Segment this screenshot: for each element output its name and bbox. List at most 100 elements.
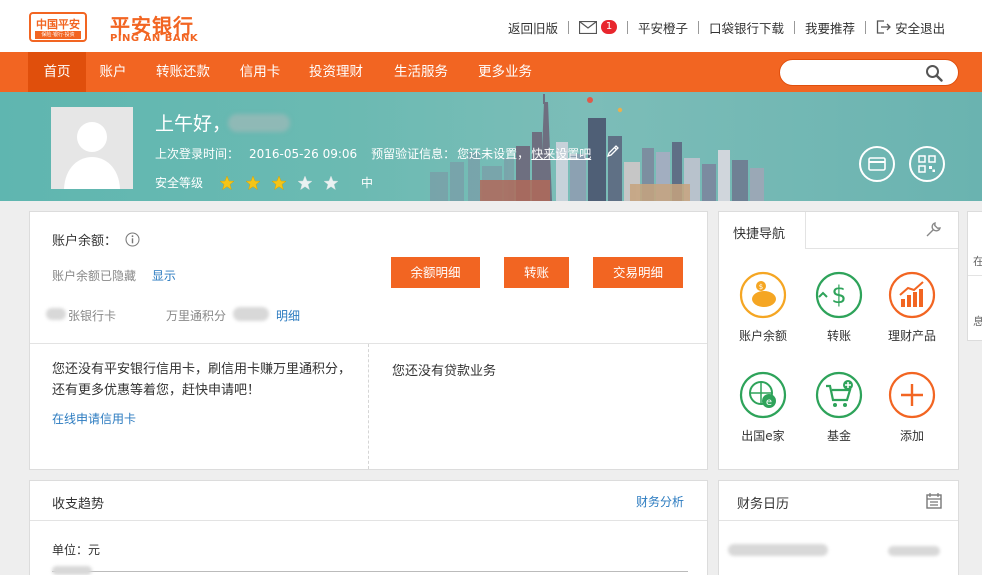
quick-nav-label: 基金 (826, 429, 851, 443)
quick-nav-abroad[interactable]: e 出国e家 (728, 371, 798, 444)
security-stars (219, 174, 349, 191)
quick-nav-wealth[interactable]: 理财产品 (877, 271, 947, 344)
user-banner: 上午好， 上次登录时间： 2016-05-26 09:06 预留验证信息： 您还未设置… (0, 92, 982, 201)
star-icon-empty (323, 174, 339, 190)
security-level-value: 中 (361, 176, 374, 190)
nav-home[interactable]: 首页 (28, 52, 86, 92)
calendar-title: 财务日历 (737, 497, 790, 512)
quick-nav-label: 出国e家 (741, 429, 785, 443)
chart-growth-icon (888, 271, 936, 319)
masked-calendar-entry (728, 544, 828, 556)
verify-value: 您还未设置， (457, 147, 530, 161)
orange-link[interactable]: 平安橙子 (628, 18, 698, 37)
logout-icon (876, 20, 891, 34)
quick-nav-title: 快捷导航 (733, 227, 786, 242)
security-level: 安全等级 中 (155, 174, 373, 191)
quick-nav-fund[interactable]: 基金 (804, 371, 874, 444)
quick-nav-label: 账户余额 (738, 329, 787, 343)
plus-icon (888, 371, 936, 419)
chart-gridline (52, 571, 688, 572)
balance-hidden-row: 账户余额已隐藏 显示 (52, 267, 176, 284)
star-icon-filled (245, 174, 261, 190)
balance-title: 账户余额： (52, 230, 140, 249)
quick-nav-transfer[interactable]: $ 转账 (804, 271, 874, 344)
brand-name-en: PING AN BANK (110, 33, 199, 44)
masked-axis-value (52, 566, 92, 575)
qr-code-icon (918, 155, 936, 173)
divider (30, 520, 707, 521)
no-loan-text: 您还没有贷款业务 (392, 364, 497, 379)
balance-hidden-text: 账户余额已隐藏 (52, 269, 137, 283)
svg-text:e: e (766, 397, 772, 408)
quick-nav-balance[interactable]: $ 账户余额 (728, 271, 798, 344)
top-bar: 中国平安 保险·银行·投资 平安银行 PING AN BANK 返回旧版 1 平… (0, 0, 982, 52)
logout-label: 安全退出 (895, 20, 946, 36)
apply-credit-card-link[interactable]: 在线申请信用卡 (52, 410, 136, 427)
svg-text:$: $ (831, 281, 846, 309)
masked-points-value (233, 307, 269, 321)
star-icon-filled (219, 174, 235, 190)
last-login-label: 上次登录时间： (155, 147, 240, 161)
masked-card-count (46, 308, 66, 320)
masked-calendar-amount (888, 546, 940, 556)
greeting-text: 上午好， (155, 113, 232, 135)
logout-link[interactable]: 安全退出 (866, 18, 955, 37)
wrench-settings-icon[interactable] (924, 221, 942, 239)
pingan-logo[interactable]: 中国平安 保险·银行·投资 (29, 12, 87, 42)
masked-user-name (228, 114, 290, 132)
financial-analysis-link[interactable]: 财务分析 (636, 493, 684, 510)
trend-title: 收支趋势 (52, 497, 105, 512)
unit-label: 单位：元 (52, 543, 101, 557)
side-label: 息 (973, 315, 982, 328)
mail-count-badge: 1 (601, 20, 618, 34)
search-icon[interactable] (925, 64, 943, 82)
show-balance-link[interactable]: 显示 (152, 269, 176, 283)
edit-pencil-icon[interactable] (606, 144, 620, 158)
income-trend-panel (29, 480, 708, 575)
transaction-detail-button[interactable]: 交易明细 (593, 257, 683, 288)
transfer-button[interactable]: 转账 (504, 257, 569, 288)
info-icon[interactable] (125, 232, 140, 247)
pocket-bank-download-link[interactable]: 口袋银行下载 (699, 18, 794, 37)
star-icon-filled (271, 174, 287, 190)
divider (968, 275, 982, 276)
card-icon (868, 157, 886, 171)
balance-detail-button[interactable]: 余额明细 (391, 257, 480, 288)
balance-label: 账户余额： (52, 234, 118, 249)
search-input[interactable] (790, 64, 925, 82)
calendar-icon[interactable] (925, 492, 943, 510)
old-version-link[interactable]: 返回旧版 (498, 18, 568, 37)
verify-setup-link[interactable]: 快来设置吧 (531, 147, 591, 161)
mail-link[interactable]: 1 (569, 20, 627, 34)
user-placeholder-icon (64, 122, 120, 189)
divider (719, 520, 958, 521)
verify-label: 预留验证信息： (371, 147, 456, 161)
nav-more[interactable]: 更多业务 (472, 52, 538, 92)
login-info: 上次登录时间： 2016-05-26 09:06 预留验证信息： 您还未设置， 快来设置… (155, 145, 601, 162)
card-button[interactable] (859, 146, 895, 182)
quick-nav-label: 理财产品 (887, 329, 936, 343)
nav-account[interactable]: 账户 (92, 52, 134, 92)
piggy-bank-icon: $ (739, 271, 787, 319)
main-nav: 首页 账户 转账还款 信用卡 投资理财 生活服务 更多业务 (0, 52, 982, 92)
quick-nav-label: 转账 (826, 329, 851, 343)
mail-icon (579, 20, 598, 34)
side-label: 在 (973, 255, 982, 268)
qr-code-button[interactable] (909, 146, 945, 182)
globe-e-icon: e (739, 371, 787, 419)
bank-card-count-label: 张银行卡 (68, 309, 117, 323)
transfer-dollar-icon: $ (815, 271, 863, 319)
nav-investment[interactable]: 投资理财 (303, 52, 369, 92)
last-login-time: 2016-05-26 09:06 (249, 147, 358, 161)
recommend-link[interactable]: 我要推荐 (795, 18, 865, 37)
points-detail-link[interactable]: 明细 (276, 307, 300, 324)
nav-life-service[interactable]: 生活服务 (388, 52, 454, 92)
divider (368, 344, 369, 469)
nav-credit-card[interactable]: 信用卡 (233, 52, 287, 92)
security-level-label: 安全等级 (155, 176, 204, 190)
quick-nav-add[interactable]: 添加 (877, 371, 947, 444)
nav-transfer[interactable]: 转账还款 (150, 52, 216, 92)
top-links: 返回旧版 1 平安橙子 口袋银行下载 我要推荐 安全退出 (498, 18, 955, 36)
cart-icon (815, 371, 863, 419)
star-icon-empty (297, 174, 313, 190)
